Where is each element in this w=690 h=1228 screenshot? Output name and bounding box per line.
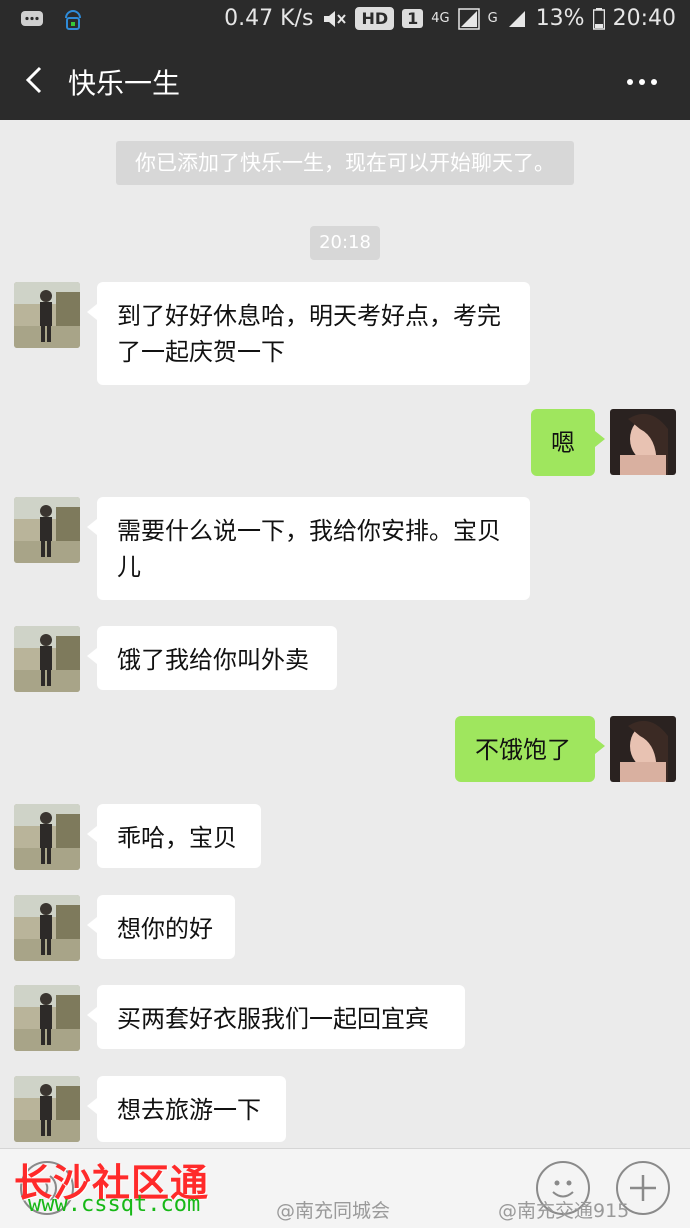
message-line: 饿了我给你叫外卖 [117,646,309,674]
contact-avatar-image [14,895,80,961]
message-line: 买两套好衣服我们一起回宜宾 [117,1005,429,1033]
back-button[interactable] [16,60,56,100]
network-g-label: G [487,11,498,26]
contact-avatar-image [14,804,80,870]
message-bubble-incoming[interactable]: 想你的好 [87,895,235,959]
message-bubble-incoming[interactable]: 需要什么说一下，我给你安排。宝贝 儿 [87,497,530,600]
message-line: 嗯 [551,429,575,457]
message-bubble-outgoing[interactable]: 嗯 [531,409,605,476]
message-timestamp: 20:18 [310,226,380,260]
contact-avatar[interactable] [14,626,80,692]
contact-avatar-image [14,497,80,563]
message-bubble-incoming[interactable]: 乖哈，宝贝 [87,804,261,868]
system-message: 你已添加了快乐一生，现在可以开始聊天了。 [116,141,574,185]
contact-avatar-image [14,985,80,1051]
chat-header: 快乐一生 [0,42,690,120]
message-line: 需要什么说一下，我给你安排。宝贝 [117,517,501,545]
more-options-button[interactable] [624,64,664,100]
wifi-lock-icon [65,10,81,30]
self-avatar-image [610,716,676,782]
contact-avatar-image [14,1076,80,1142]
self-avatar-image [610,409,676,475]
chevron-left-icon [25,66,42,94]
sim-badge: 1 [402,9,424,28]
contact-avatar[interactable] [14,497,80,563]
status-right-indicators: 0.47 K/s HD 1 4G G 13% 20:40 [224,6,676,31]
message-bubble-incoming[interactable]: 买两套好衣服我们一起回宜宾 [87,985,465,1049]
hd-badge: HD [355,7,395,30]
contact-avatar-image [14,282,80,348]
signal-icon [457,7,480,30]
clock: 20:40 [612,6,676,31]
status-left-icons [20,8,84,32]
more-dots-icon [627,79,657,85]
message-line: 了一起庆贺一下 [117,338,285,366]
message-bubble-incoming[interactable]: 想去旅游一下 [87,1076,286,1142]
status-bar: 0.47 K/s HD 1 4G G 13% 20:40 [0,0,690,42]
weibo-watermark-right: @南充交通915 [498,1200,630,1222]
message-line: 到了好好休息哈，明天考好点，考完 [117,302,501,330]
contact-avatar[interactable] [14,985,80,1051]
battery-icon [592,7,605,30]
message-line: 乖哈，宝贝 [117,824,237,852]
self-avatar[interactable] [610,409,676,475]
chat-title: 快乐一生 [68,67,181,100]
network-speed: 0.47 K/s [224,6,314,31]
message-line: 不饿饱了 [475,736,571,764]
weibo-watermark-left: @南充同城会 [276,1200,391,1222]
self-avatar[interactable] [610,716,676,782]
message-bubble-incoming[interactable]: 饿了我给你叫外卖 [87,626,337,690]
message-line: 儿 [117,553,141,581]
chat-notification-icon [21,11,43,26]
battery-percent: 13% [535,6,585,31]
contact-avatar[interactable] [14,1076,80,1142]
signal-icon-2 [508,10,525,27]
contact-avatar[interactable] [14,804,80,870]
contact-avatar-image [14,626,80,692]
watermark-url: www.cssqt.com [28,1192,201,1217]
message-bubble-outgoing[interactable]: 不饿饱了 [455,716,605,782]
message-line: 想你的好 [117,915,213,943]
message-line: 想去旅游一下 [117,1096,261,1124]
contact-avatar[interactable] [14,895,80,961]
contact-avatar[interactable] [14,282,80,348]
network-4g-label: 4G [431,10,450,26]
mute-icon [324,10,347,27]
message-bubble-incoming[interactable]: 到了好好休息哈，明天考好点，考完 了一起庆贺一下 [87,282,530,385]
